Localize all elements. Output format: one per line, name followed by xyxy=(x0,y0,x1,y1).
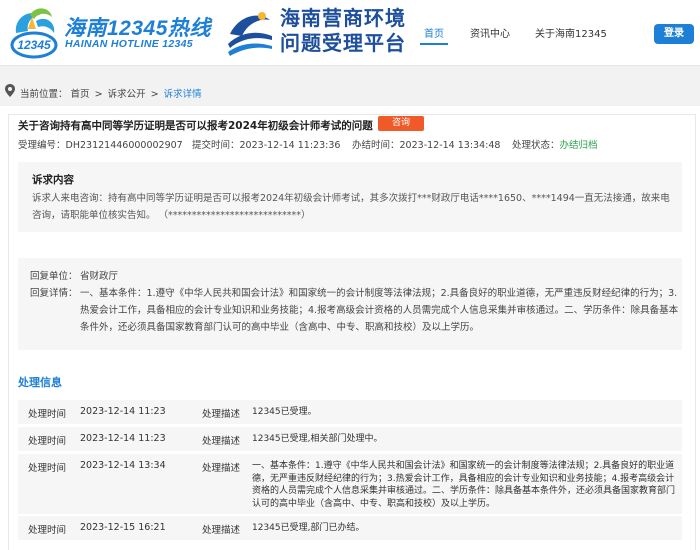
nav-home[interactable]: 首页 xyxy=(424,25,444,40)
process-time-value: 2023-12-14 11:23 xyxy=(80,433,166,444)
process-time-label: 处理时间 xyxy=(28,463,67,474)
breadcrumb-separator: > xyxy=(94,89,103,100)
nav-active-indicator xyxy=(420,43,448,45)
hotline-logo-subtitle: HAINAN HOTLINE 12345 xyxy=(65,38,193,50)
done-time-value: 2023-12-14 13:34:48 xyxy=(399,140,501,151)
process-desc-value: 12345已受理,相关部门处理中。 xyxy=(252,434,383,444)
process-desc-label: 处理描述 xyxy=(202,525,241,536)
process-heading: 处理信息 xyxy=(18,376,62,389)
reply-unit-value: 省财政厅 xyxy=(80,271,119,282)
hotline-logo-icon[interactable]: 12345 xyxy=(6,3,62,61)
submit-time-label: 提交时间： xyxy=(192,140,240,151)
process-row: 处理时间 2023-12-14 13:34 处理描述 一、基本条件：1.遵守《中… xyxy=(18,454,682,514)
platform-emblem-icon[interactable] xyxy=(226,6,274,58)
case-id-value: DH23121446000002907 xyxy=(65,140,183,151)
breadcrumb: 当前位置： 首页 > 诉求公开 > 诉求详情 xyxy=(0,66,700,106)
process-desc-value: 一、基本条件：1.遵守《中华人民共和国会计法》和国家统一的会计制度等法律法规；2… xyxy=(252,461,676,509)
nav-about[interactable]: 关于海南12345 xyxy=(535,25,607,40)
process-desc-label: 处理描述 xyxy=(202,463,241,474)
appeal-section: 诉求内容 诉求人来电咨询：持有高中同等学历证明是否可以报考2024年初级会计师考… xyxy=(18,162,682,232)
nav-news[interactable]: 资讯中心 xyxy=(470,25,510,40)
done-time-label: 办结时间： xyxy=(352,140,400,151)
platform-title-line1: 海南营商环境 xyxy=(280,6,406,30)
reply-detail-label: 回复详情： xyxy=(30,288,78,299)
breadcrumb-prefix: 当前位置： xyxy=(20,89,68,100)
breadcrumb-trail: 当前位置： 首页 > 诉求公开 > 诉求详情 xyxy=(20,86,202,100)
case-status-label: 处理状态： xyxy=(512,140,560,151)
breadcrumb-appeals[interactable]: 诉求公开 xyxy=(108,89,146,100)
process-row: 处理时间 2023-12-14 11:23 处理描述 12345已受理,相关部门… xyxy=(18,427,682,451)
appeal-body: 诉求人来电咨询：持有高中同等学历证明是否可以报考2024年初级会计师考试，其多次… xyxy=(32,193,670,221)
process-desc-value: 12345已受理,部门已办结。 xyxy=(252,523,365,533)
reply-unit-label: 回复单位： xyxy=(30,271,78,282)
process-time-label: 处理时间 xyxy=(28,436,67,447)
status-badge: 办结归档 xyxy=(559,140,598,151)
process-time-value: 2023-12-15 16:21 xyxy=(80,522,166,533)
process-row: 处理时间 2023-12-15 16:21 处理描述 12345已受理,部门已办… xyxy=(18,516,682,540)
process-desc-label: 处理描述 xyxy=(202,409,241,420)
platform-title: 海南营商环境 问题受理平台 xyxy=(280,6,420,56)
submit-time-value: 2023-12-14 11:23:36 xyxy=(239,140,341,151)
case-id-label: 受理编号： xyxy=(18,140,66,151)
breadcrumb-separator: > xyxy=(150,89,159,100)
process-time-value: 2023-12-14 11:23 xyxy=(80,406,166,417)
svg-text:12345: 12345 xyxy=(17,38,51,52)
case-title: 关于咨询持有高中同等学历证明是否可以报考2024年初级会计师考试的问题 xyxy=(18,120,373,132)
case-id: 受理编号：DH23121446000002907 xyxy=(18,137,183,151)
process-row: 处理时间 2023-12-14 11:23 处理描述 12345已受理。 xyxy=(18,400,682,424)
process-time-value: 2023-12-14 13:34 xyxy=(80,460,166,471)
site-header: 12345 海南12345热线 HAINAN HOTLINE 12345 海南营… xyxy=(0,0,700,66)
breadcrumb-current: 诉求详情 xyxy=(163,89,202,100)
login-button[interactable]: 登录 xyxy=(654,24,694,44)
case-status: 处理状态：办结归档 xyxy=(512,137,598,151)
category-badge[interactable]: 咨询 xyxy=(378,116,424,131)
location-pin-icon xyxy=(5,84,15,97)
process-time-label: 处理时间 xyxy=(28,525,67,536)
process-time-label: 处理时间 xyxy=(28,409,67,420)
reply-detail-value: 一、基本条件：1.遵守《中华人民共和国会计法》和国家统一的会计制度等法律法规；2… xyxy=(80,288,679,333)
reply-section: 回复单位： 省财政厅 回复详情： 一、基本条件：1.遵守《中华人民共和国会计法》… xyxy=(18,258,682,350)
submit-time: 提交时间：2023-12-14 11:23:36 xyxy=(192,137,340,151)
appeal-heading: 诉求内容 xyxy=(32,174,74,186)
breadcrumb-home[interactable]: 首页 xyxy=(71,89,90,100)
done-time: 办结时间：2023-12-14 13:34:48 xyxy=(352,137,500,151)
process-desc-value: 12345已受理。 xyxy=(252,407,317,417)
platform-title-line2: 问题受理平台 xyxy=(280,31,406,55)
process-desc-label: 处理描述 xyxy=(202,436,241,447)
